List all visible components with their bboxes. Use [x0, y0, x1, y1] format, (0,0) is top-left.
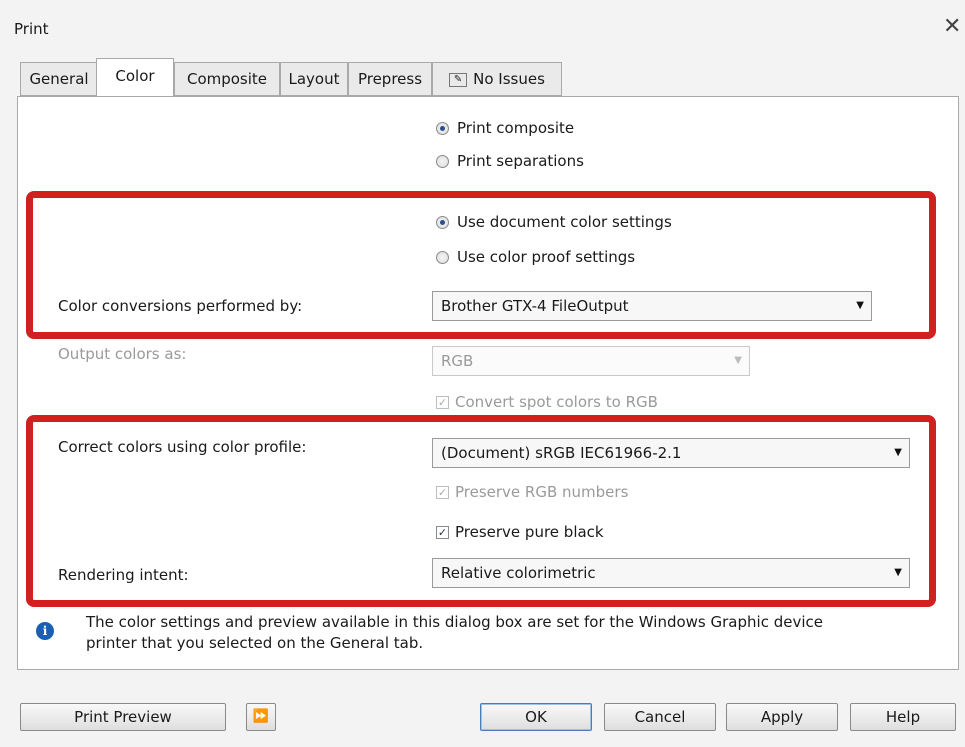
checkbox-preserve-black[interactable]: ✓ Preserve pure black [436, 523, 604, 541]
rendering-intent-label: Rendering intent: [58, 566, 189, 584]
radio-indicator [436, 250, 449, 264]
checkbox-label: Preserve RGB numbers [455, 483, 629, 501]
radio-indicator [436, 121, 449, 135]
tab-label: Layout [288, 70, 340, 88]
radio-print-separations[interactable]: Print separations [436, 152, 584, 170]
help-button[interactable]: Help [850, 703, 956, 731]
tab-prepress[interactable]: Prepress [348, 62, 432, 96]
info-line-1: The color settings and preview available… [86, 613, 823, 631]
conversions-value: Brother GTX-4 FileOutput [441, 297, 629, 315]
info-line-2: printer that you selected on the General… [86, 634, 424, 652]
apply-button[interactable]: Apply [726, 703, 838, 731]
checkbox-box: ✓ [436, 395, 449, 409]
info-message: The color settings and preview available… [86, 612, 886, 654]
checkbox-box: ✓ [436, 485, 449, 499]
checkbox-box: ✓ [436, 525, 449, 539]
close-icon[interactable]: ✕ [943, 14, 961, 39]
radio-indicator [436, 215, 449, 229]
radio-print-composite[interactable]: Print composite [436, 119, 574, 137]
tab-color[interactable]: Color [96, 58, 174, 98]
color-profile-value: (Document) sRGB IEC61966-2.1 [441, 444, 682, 462]
chevron-down-icon: ▼ [894, 447, 902, 458]
tab-composite[interactable]: Composite [174, 62, 280, 96]
rendering-intent-value: Relative colorimetric [441, 564, 596, 582]
window-title: Print [14, 20, 49, 38]
conversions-label: Color conversions performed by: [58, 297, 303, 315]
tab-general[interactable]: General [20, 62, 98, 96]
radio-use-proof-settings[interactable]: Use color proof settings [436, 248, 635, 266]
output-colors-label: Output colors as: [58, 345, 187, 363]
radio-use-document-settings[interactable]: Use document color settings [436, 213, 672, 231]
print-preview-button[interactable]: Print Preview [20, 703, 226, 731]
radio-indicator [436, 154, 449, 168]
radio-label: Use color proof settings [457, 248, 636, 266]
radio-label: Print separations [457, 152, 584, 170]
radio-label: Use document color settings [457, 213, 672, 231]
output-colors-select[interactable]: RGB ▼ [432, 346, 750, 376]
ok-button[interactable]: OK [480, 703, 592, 731]
info-icon: i [36, 622, 54, 640]
tab-label: Composite [186, 70, 268, 88]
correct-colors-label: Correct colors using color profile: [58, 438, 307, 456]
radio-label: Print composite [457, 119, 575, 137]
output-colors-value: RGB [441, 352, 474, 370]
chevron-down-icon: ▼ [734, 355, 742, 366]
cancel-button[interactable]: Cancel [604, 703, 716, 731]
tab-label: General [29, 70, 89, 88]
tab-layout[interactable]: Layout [280, 62, 348, 96]
rendering-intent-select[interactable]: Relative colorimetric ▼ [432, 558, 910, 588]
checkbox-label: Convert spot colors to RGB [455, 393, 658, 411]
color-profile-select[interactable]: (Document) sRGB IEC61966-2.1 ▼ [432, 438, 910, 468]
expand-preview-icon[interactable]: ⏩ [246, 703, 276, 731]
checkbox-preserve-rgb[interactable]: ✓ Preserve RGB numbers [436, 483, 628, 501]
issues-icon: ✎ [449, 72, 468, 87]
tab-label: Prepress [357, 70, 423, 88]
chevron-down-icon: ▼ [894, 567, 902, 578]
checkbox-label: Preserve pure black [455, 523, 604, 541]
chevron-down-icon: ▼ [856, 300, 864, 311]
tab-label: Color [115, 67, 155, 85]
checkbox-convert-spot[interactable]: ✓ Convert spot colors to RGB [436, 393, 658, 411]
tab-label: No Issues [473, 70, 545, 88]
conversions-select[interactable]: Brother GTX-4 FileOutput ▼ [432, 291, 872, 321]
tab-no-issues[interactable]: ✎ No Issues [432, 62, 562, 96]
